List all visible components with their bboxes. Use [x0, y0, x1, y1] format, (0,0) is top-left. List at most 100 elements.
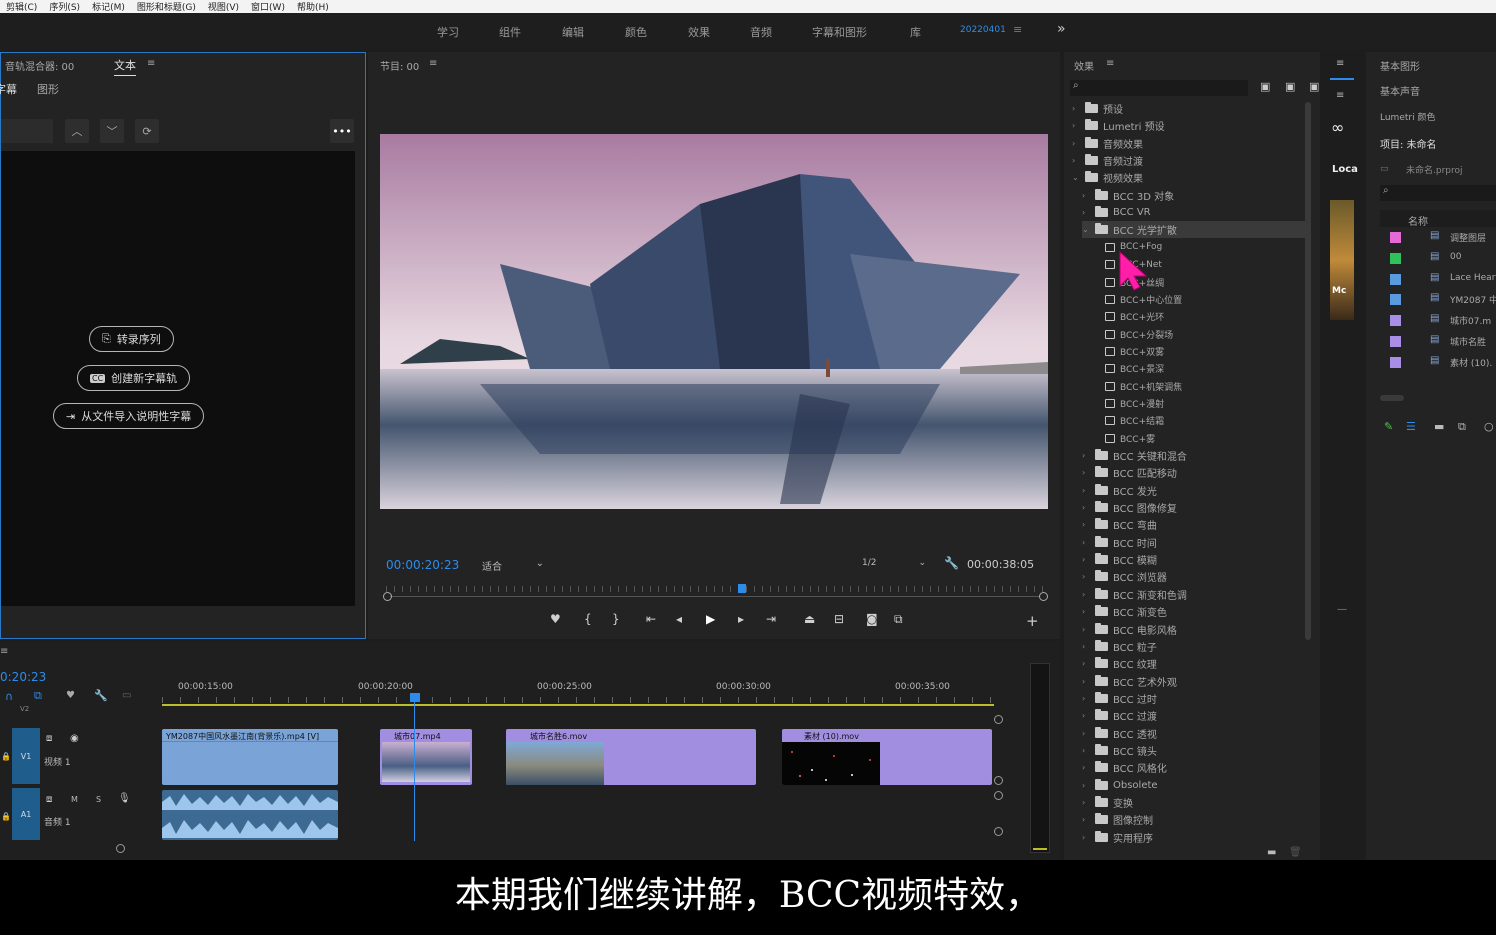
playhead-timecode[interactable]: 00:00:20:23 [386, 558, 459, 572]
mute-button[interactable]: M [71, 795, 78, 804]
solo-button[interactable]: S [96, 795, 101, 804]
label-color-swatch[interactable] [1390, 294, 1401, 306]
subtab-captions[interactable]: 字幕 [0, 81, 17, 97]
project-item-label[interactable]: 素材 (10). [1450, 356, 1492, 369]
effects-tree-item[interactable]: BCC+双雾 [1092, 343, 1306, 360]
trash-icon[interactable]: 🗑 [1289, 847, 1302, 858]
lock-icon[interactable]: 🔒 [1, 752, 11, 761]
project-item-label[interactable]: 城市名胜 [1450, 335, 1486, 348]
workspace-tab-assembly[interactable]: 组件 [499, 24, 521, 40]
horizontal-scroll-handle[interactable] [116, 844, 125, 853]
workspace-menu-icon[interactable]: ≡ [1013, 23, 1022, 36]
infinity-logo-icon[interactable]: ∞ [1331, 118, 1344, 137]
project-scrollbar[interactable] [1380, 395, 1404, 401]
workspace-tab-libraries[interactable]: 库 [910, 24, 921, 40]
label-color-swatch[interactable] [1390, 336, 1401, 347]
effects-tree-item[interactable]: › BCC 纹理 [1082, 655, 1306, 672]
extract-icon[interactable]: ⊟ [834, 612, 844, 626]
project-search-input[interactable]: ⌕ [1380, 185, 1496, 201]
wrench-icon[interactable]: 🔧 [944, 556, 959, 570]
lift-icon[interactable]: ⏏ [804, 612, 815, 626]
workspace-tab-captions[interactable]: 字幕和图形 [812, 24, 867, 40]
zoom-level-select[interactable]: 适合 ⌄ [478, 556, 548, 573]
effects-tree-item[interactable]: › BCC 发光 [1082, 482, 1306, 499]
effects-tree-item[interactable]: › BCC 风格化 [1082, 759, 1306, 776]
pencil-icon[interactable]: ✎ [1384, 420, 1393, 433]
panel-menu-icon[interactable]: ≡ [147, 58, 155, 69]
effects-tree-item[interactable]: › BCC VR [1082, 204, 1306, 221]
effects-tree-item[interactable]: › 图像控制 [1082, 811, 1306, 828]
chevron-down-icon[interactable]: ﹀ [100, 119, 124, 143]
label-color-swatch[interactable] [1390, 232, 1401, 243]
project-panel-title[interactable]: 项目: 未命名 [1380, 136, 1437, 151]
effects-tree-item[interactable]: › BCC 3D 对象 [1082, 187, 1306, 204]
tab-lumetri-color[interactable]: Lumetri 颜色 [1380, 110, 1435, 123]
effects-tree-item[interactable]: BCC+漫射 [1092, 395, 1306, 412]
effects-tree-item[interactable]: › BCC 关键和混合 [1082, 447, 1306, 464]
effects-tree-item[interactable]: › Lumetri 预设 [1072, 117, 1306, 134]
video-clip[interactable]: 城市07.mp4 [380, 729, 472, 785]
effects-tree-item[interactable]: BCC+结霜 [1092, 412, 1306, 429]
column-name[interactable]: 名称 [1408, 213, 1428, 228]
effects-tree-item[interactable]: › Obsolete [1082, 777, 1306, 794]
label-color-swatch[interactable] [1390, 273, 1401, 285]
panel-menu-icon[interactable]: ≡ [429, 58, 437, 69]
effects-tree-item[interactable]: BCC+雾 [1092, 430, 1306, 447]
audio-clip[interactable] [162, 790, 338, 840]
effects-tree-item[interactable]: › BCC 匹配移动 [1082, 464, 1306, 481]
wrench-icon[interactable]: 🔧 [94, 689, 108, 702]
workspace-tab-learn[interactable]: 学习 [437, 24, 459, 40]
add-marker-icon[interactable]: ♥ [66, 690, 75, 701]
step-back-icon[interactable]: ◂ [676, 612, 682, 626]
menu-item[interactable]: 视图(V) [208, 0, 239, 13]
create-captions-button[interactable]: CC 创建新字幕轨 [77, 365, 191, 391]
menu-item[interactable]: 剪辑(C) [6, 0, 37, 13]
effects-tree-item[interactable]: BCC+机架调焦 [1092, 378, 1306, 395]
program-monitor-title[interactable]: 节目: 00 [380, 58, 419, 73]
effects-tree-item[interactable]: › 音频过渡 [1072, 152, 1306, 169]
panel-menu-icon[interactable]: ≡ [1336, 58, 1344, 69]
snap-icon[interactable]: ∩ [5, 690, 13, 703]
effects-tree-item[interactable]: › BCC 模糊 [1082, 551, 1306, 568]
icon-view-icon[interactable]: ▬ [1434, 420, 1444, 433]
effects-tree-item[interactable]: › BCC 渐变和色调 [1082, 586, 1306, 603]
effects-tree-item[interactable]: › BCC 艺术外观 [1082, 673, 1306, 690]
add-button-icon[interactable]: + [1026, 612, 1039, 630]
label-color-swatch[interactable] [1390, 315, 1401, 327]
effects-tree-item[interactable]: › BCC 渐变色 [1082, 603, 1306, 620]
effects-tree-item[interactable]: › BCC 浏览器 [1082, 568, 1306, 585]
project-item-label[interactable]: 调整图层 [1450, 231, 1486, 244]
effects-tree-item[interactable]: › BCC 电影风格 [1082, 621, 1306, 638]
lock-icon[interactable]: 🔒 [1, 812, 11, 821]
label-color-swatch[interactable] [1390, 252, 1401, 264]
tab-text[interactable]: 文本 [114, 57, 136, 76]
project-item-label[interactable]: 00 [1450, 252, 1461, 262]
effects-tree-item[interactable]: BCC+光环 [1092, 308, 1306, 325]
effects-tree-item[interactable]: ⌄ 视频效果 [1072, 169, 1306, 186]
timeline-timecode[interactable]: 0:20:23 [0, 670, 46, 684]
effects-tree-item[interactable]: › 音频效果 [1072, 135, 1306, 152]
go-to-out-icon[interactable]: ⇥ [766, 612, 776, 626]
mark-out-icon[interactable]: } [612, 612, 620, 626]
menu-item[interactable]: 标记(M) [92, 0, 125, 13]
effects-tree-item[interactable]: ⌄ BCC 光学扩散 [1082, 221, 1306, 239]
effects-tree-item[interactable]: › 预设 [1072, 100, 1306, 117]
workspace-tab-custom[interactable]: 20220401 [960, 25, 1006, 35]
go-to-in-icon[interactable]: ⇤ [646, 612, 656, 626]
effects-tree-item[interactable]: › BCC 过渡 [1082, 707, 1306, 724]
step-forward-icon[interactable]: ▸ [738, 612, 744, 626]
effects-tree-item[interactable]: › BCC 弯曲 [1082, 516, 1306, 533]
effects-tree-item[interactable]: › BCC 图像修复 [1082, 499, 1306, 516]
import-captions-button[interactable]: ⇥ 从文件导入说明性字幕 [53, 403, 205, 429]
workspace-tab-effects[interactable]: 效果 [688, 24, 710, 40]
track-a1-target[interactable]: A1 [12, 788, 40, 840]
effects-panel-title[interactable]: 效果 [1074, 58, 1094, 73]
resolution-select[interactable]: 1/2 ⌄ [858, 556, 930, 572]
effects-tree-item[interactable]: › BCC 过时 [1082, 690, 1306, 707]
video-clip[interactable]: 城市名胜6.mov [506, 729, 756, 785]
panel-menu-icon[interactable]: ≡ [1336, 90, 1344, 101]
effects-tree-item[interactable]: › BCC 时间 [1082, 534, 1306, 551]
chevron-up-icon[interactable]: ︿ [65, 119, 89, 143]
comparison-view-icon[interactable]: ⧉ [894, 612, 903, 627]
zoom-slider-handle[interactable]: ○ [1484, 420, 1494, 433]
